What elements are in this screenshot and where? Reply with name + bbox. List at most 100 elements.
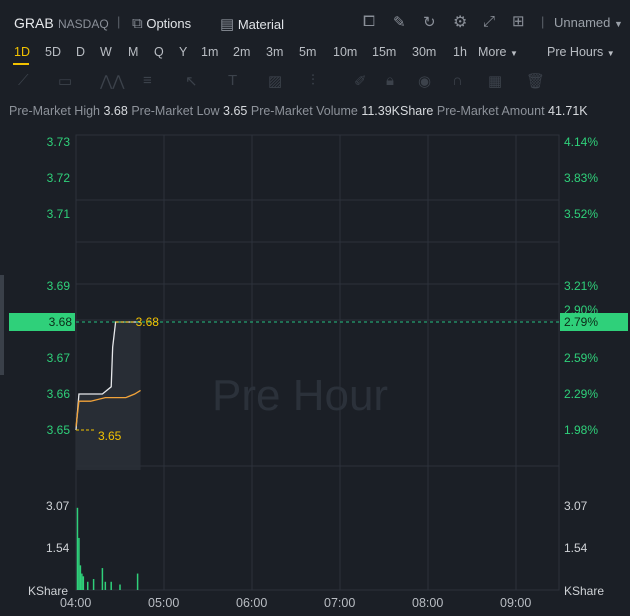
tf-q[interactable]: Q [154,45,164,59]
annotation-tool-icon[interactable]: ▨ [268,72,282,90]
volume-tick-label: 3.07 [564,498,588,513]
low-marker-label: 3.65 [98,429,122,443]
chevron-down-icon: ▼ [509,49,518,58]
current-price-badge: 3.68 [9,313,75,331]
price-tick-label: 3.73 [46,135,70,149]
material-button[interactable]: ▤ Material [220,15,284,33]
grid-icon[interactable]: ⊞ [512,12,525,30]
pct-tick-label: 3.21% [564,279,599,293]
refresh-icon[interactable]: ↻ [423,13,436,31]
tf-1m[interactable]: 1m [201,45,218,59]
volume-tick-label: 1.54 [46,540,70,555]
trash-icon[interactable]: 🗑︎ [526,72,545,90]
pct-tick-label: 3.83% [564,171,599,185]
options-icon: ⧉ [132,15,143,32]
price-tick-label: 3.72 [46,171,70,185]
eye-icon[interactable]: ◉ [418,72,431,90]
layout-label: Unnamed [554,15,611,30]
tf-5m[interactable]: 5m [299,45,316,59]
active-tab-underline [13,63,29,65]
volume-label: Pre-Market Volume [250,104,358,118]
pen-icon[interactable]: ✎ [393,13,406,31]
tf-10m[interactable]: 10m [333,45,357,59]
chart-area[interactable]: Pre Hour 3.73 4.14% 3.72 3.83% 3.71 3.52% 3.69… [0,125,630,610]
pct-tick-label: 2.59% [564,351,599,365]
volume-value: 11.39KShare [361,104,434,118]
volume-tick-label: 1.54 [564,540,588,555]
trendline-tool-icon[interactable]: ⟋ [18,72,29,89]
tf-d[interactable]: D [76,45,85,59]
pct-tick-label: 3.52% [564,207,599,221]
gear-icon[interactable]: ⚙ [453,12,467,32]
options-label: Options [146,16,192,31]
price-tick-label: 3.67 [46,351,70,365]
current-pct-badge: 2.79% [560,313,628,331]
tf-5d[interactable]: 5D [45,45,61,59]
tf-y[interactable]: Y [179,45,187,59]
lock-icon[interactable]: 🔒︎ [386,72,394,89]
edit-tool-icon[interactable]: ✐ [354,72,367,90]
pct-tick-label: 1.98% [564,423,599,437]
amount-label: Pre-Market Amount [436,104,545,118]
rectangle-tool-icon[interactable]: ▭ [58,72,72,90]
high-label: Pre-Market High [9,104,100,118]
high-value: 3.68 [103,104,128,118]
volume-unit-label: KShare [564,584,605,598]
pct-tick-label: 2.29% [564,387,599,401]
options-button[interactable]: ⧉ Options [132,15,191,32]
material-label: Material [237,17,285,32]
pct-tick-label: 4.14% [564,135,599,149]
exchange-label: NASDAQ [58,17,109,31]
price-tick-label: 3.71 [46,207,70,221]
layout-dropdown[interactable]: Unnamed ▼ [554,15,623,30]
material-icon: ▤ [220,16,235,33]
session-label: Pre Hours [547,45,604,59]
amount-value: 41.71K [548,104,588,118]
high-marker-label: 3.68 [135,315,159,329]
plot-frame [75,134,560,591]
volume-bars [76,507,139,590]
tf-3m[interactable]: 3m [266,45,283,59]
pattern-tool-icon[interactable]: ⋀⋀ [100,72,125,90]
chevron-down-icon: ▼ [614,19,623,29]
time-tick-label: 04:00 [60,596,92,610]
price-tick-label: 3.69 [46,279,70,293]
time-tick-label: 05:00 [148,596,180,610]
more-label: More [478,45,507,59]
time-tick-label: 07:00 [324,596,356,610]
panel-handle [0,275,4,375]
fullscreen-icon[interactable]: ⤢ [483,13,495,30]
fib-tool-icon[interactable]: ≡ [143,72,152,89]
ticker-symbol[interactable]: GRAB [14,15,54,31]
low-value: 3.65 [223,104,248,118]
line-chart-icon[interactable]: ⧠ [363,13,375,30]
divider: | [541,14,545,29]
divider: | [117,14,121,29]
tf-30m[interactable]: 30m [412,45,436,59]
price-tick-label: 3.66 [46,387,70,401]
low-label: Pre-Market Low [131,104,220,118]
tf-1h[interactable]: 1h [453,45,467,59]
measure-tool-icon[interactable]: ⫶ [311,72,315,89]
price-series [75,321,141,470]
tf-m[interactable]: M [128,45,138,59]
layers-icon[interactable]: ▦ [488,72,502,90]
text-tool-icon[interactable]: T [228,72,237,89]
tf-more[interactable]: More ▼ [478,45,518,59]
premarket-stats: Pre-Market High 3.68 Pre-Market Low 3.65… [9,104,588,118]
magnet-icon[interactable]: ∩ [452,72,463,89]
tf-w[interactable]: W [100,45,112,59]
tf-15m[interactable]: 15m [372,45,396,59]
grid-lines [0,134,560,591]
tf-1d[interactable]: 1D [14,45,30,59]
price-tick-label: 3.65 [46,423,70,437]
session-dropdown[interactable]: Pre Hours ▼ [547,45,615,59]
time-tick-label: 09:00 [500,596,532,610]
chart-watermark: Pre Hour [212,371,389,420]
arrow-tool-icon[interactable]: ↖ [185,72,198,90]
chevron-down-icon: ▼ [606,49,615,58]
tf-2m[interactable]: 2m [233,45,250,59]
header-bar: GRAB NASDAQ | ⧉ Options ▤ Material ⧠ ✎ ↻… [0,0,630,40]
volume-tick-label: 3.07 [46,498,70,513]
time-tick-label: 06:00 [236,596,268,610]
